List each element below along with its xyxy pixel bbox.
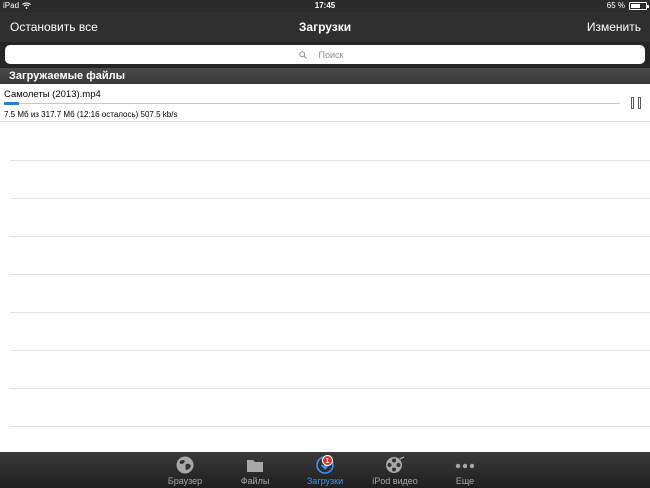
battery-icon bbox=[629, 1, 649, 10]
folder-icon bbox=[247, 460, 263, 472]
download-stats: 7.5 Мб из 317.7 Мб (12:16 осталось) 507.… bbox=[4, 110, 178, 119]
empty-row-divider bbox=[10, 388, 650, 389]
download-progress-bar bbox=[4, 102, 620, 105]
downloads-list: Самолеты (2013).mp4 7.5 Мб из 317.7 Мб (… bbox=[0, 84, 650, 452]
search-bar bbox=[0, 42, 650, 68]
tab-more[interactable]: Еще bbox=[430, 452, 500, 488]
tab-label: Еще bbox=[455, 476, 475, 486]
tab-browser[interactable]: Браузер bbox=[150, 452, 220, 488]
more-dots-icon bbox=[455, 463, 475, 469]
downloads-badge: 1 bbox=[322, 455, 333, 466]
search-field[interactable] bbox=[5, 45, 645, 64]
download-row[interactable]: Самолеты (2013).mp4 7.5 Мб из 317.7 Мб (… bbox=[0, 84, 650, 122]
empty-row-divider bbox=[10, 274, 650, 275]
empty-row-divider bbox=[10, 160, 650, 161]
battery-percent: 65 % bbox=[606, 1, 625, 10]
empty-row-divider bbox=[10, 312, 650, 313]
status-time: 17:45 bbox=[314, 1, 336, 10]
empty-row-divider bbox=[10, 426, 650, 427]
empty-row-divider bbox=[10, 198, 650, 199]
search-icon bbox=[299, 50, 307, 59]
navigation-bar: Остановить все Загрузки Изменить bbox=[0, 12, 650, 42]
section-header: Загружаемые файлы bbox=[0, 68, 650, 84]
tab-ipod-video[interactable]: iPod видео bbox=[360, 452, 430, 488]
tab-label: Браузер bbox=[167, 476, 203, 486]
status-bar: iPad 17:45 65 % bbox=[0, 0, 650, 12]
empty-row-divider bbox=[10, 350, 650, 351]
page-title: Загрузки bbox=[298, 20, 352, 34]
tab-label: iPod видео bbox=[372, 476, 418, 486]
edit-button[interactable]: Изменить bbox=[587, 20, 641, 34]
globe-icon bbox=[176, 456, 194, 474]
empty-row-divider bbox=[10, 236, 650, 237]
search-input[interactable] bbox=[311, 49, 351, 60]
tab-files[interactable]: Файлы bbox=[220, 452, 290, 488]
film-reel-icon bbox=[386, 456, 405, 473]
download-filename: Самолеты (2013).mp4 bbox=[4, 89, 101, 100]
pause-icon[interactable] bbox=[630, 97, 643, 110]
progress-fill bbox=[4, 102, 19, 105]
tab-label: Загрузки bbox=[306, 476, 344, 486]
tab-label: Файлы bbox=[240, 476, 270, 486]
